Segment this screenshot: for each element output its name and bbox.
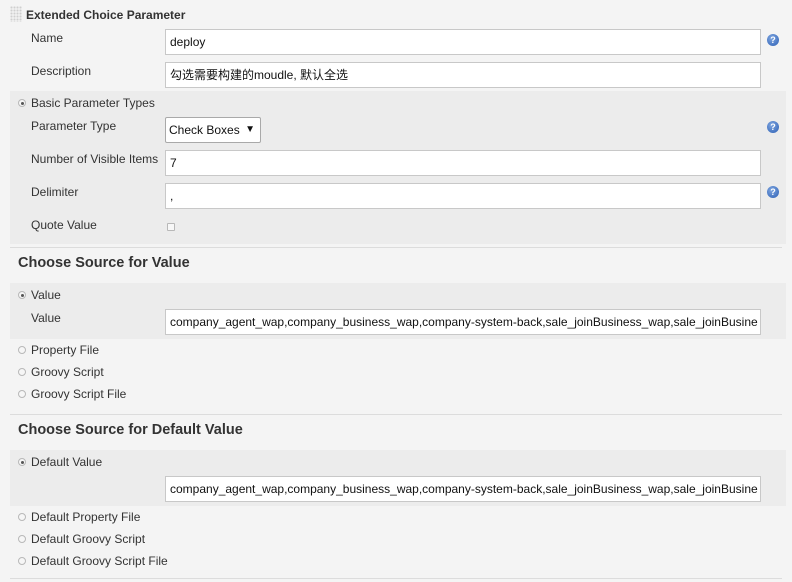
quote-value-label: Quote Value [31, 218, 97, 232]
groovy-script-file-label: Groovy Script File [31, 387, 127, 401]
parameter-type-select[interactable]: Check Boxes ▼ [165, 117, 261, 143]
parameter-header: Extended Choice Parameter [26, 8, 186, 22]
value-radio[interactable] [18, 291, 26, 299]
property-file-radio[interactable] [18, 346, 26, 354]
default-value-input[interactable]: company_agent_wap,company_business_wap,c… [165, 476, 761, 502]
help-icon[interactable]: ? [767, 121, 779, 133]
help-icon[interactable]: ? [767, 186, 779, 198]
parameter-type-value: Check Boxes [169, 123, 240, 137]
default-groovy-script-file-radio[interactable] [18, 557, 26, 565]
name-label: Name [31, 31, 64, 45]
divider [10, 414, 782, 415]
default-groovy-script-label: Default Groovy Script [31, 532, 146, 546]
delimiter-input[interactable]: , [165, 183, 761, 209]
default-value-radio[interactable] [18, 458, 26, 466]
default-property-file-radio[interactable] [18, 513, 26, 521]
default-property-file-label: Default Property File [31, 510, 141, 524]
divider [10, 247, 782, 248]
groovy-script-file-radio[interactable] [18, 390, 26, 398]
visible-items-input[interactable]: 7 [165, 150, 761, 176]
value-option-label: Value [31, 288, 61, 302]
basic-types-label: Basic Parameter Types [31, 96, 155, 110]
basic-types-radio[interactable] [18, 99, 26, 107]
divider [10, 578, 782, 579]
parameter-type-label: Parameter Type [31, 119, 117, 133]
drag-handle[interactable] [10, 6, 22, 22]
value-field-label: Value [31, 311, 61, 325]
visible-items-label: Number of Visible Items [31, 152, 159, 166]
source-value-title: Choose Source for Value [18, 255, 190, 271]
source-default-title: Choose Source for Default Value [18, 422, 243, 438]
description-label: Description [31, 64, 92, 78]
value-input[interactable]: company_agent_wap,company_business_wap,c… [165, 309, 761, 335]
groovy-script-label: Groovy Script [31, 365, 104, 379]
delimiter-label: Delimiter [31, 185, 79, 199]
name-input[interactable]: deploy [165, 29, 761, 55]
help-icon[interactable]: ? [767, 34, 779, 46]
default-groovy-script-radio[interactable] [18, 535, 26, 543]
default-groovy-script-file-label: Default Groovy Script File [31, 554, 168, 568]
default-value-option-label: Default Value [31, 455, 103, 469]
groovy-script-radio[interactable] [18, 368, 26, 376]
chevron-down-icon: ▼ [245, 124, 255, 135]
property-file-label: Property File [31, 343, 100, 357]
quote-value-checkbox[interactable] [167, 223, 175, 231]
description-input[interactable]: 勾选需要构建的moudle, 默认全选 [165, 62, 761, 88]
